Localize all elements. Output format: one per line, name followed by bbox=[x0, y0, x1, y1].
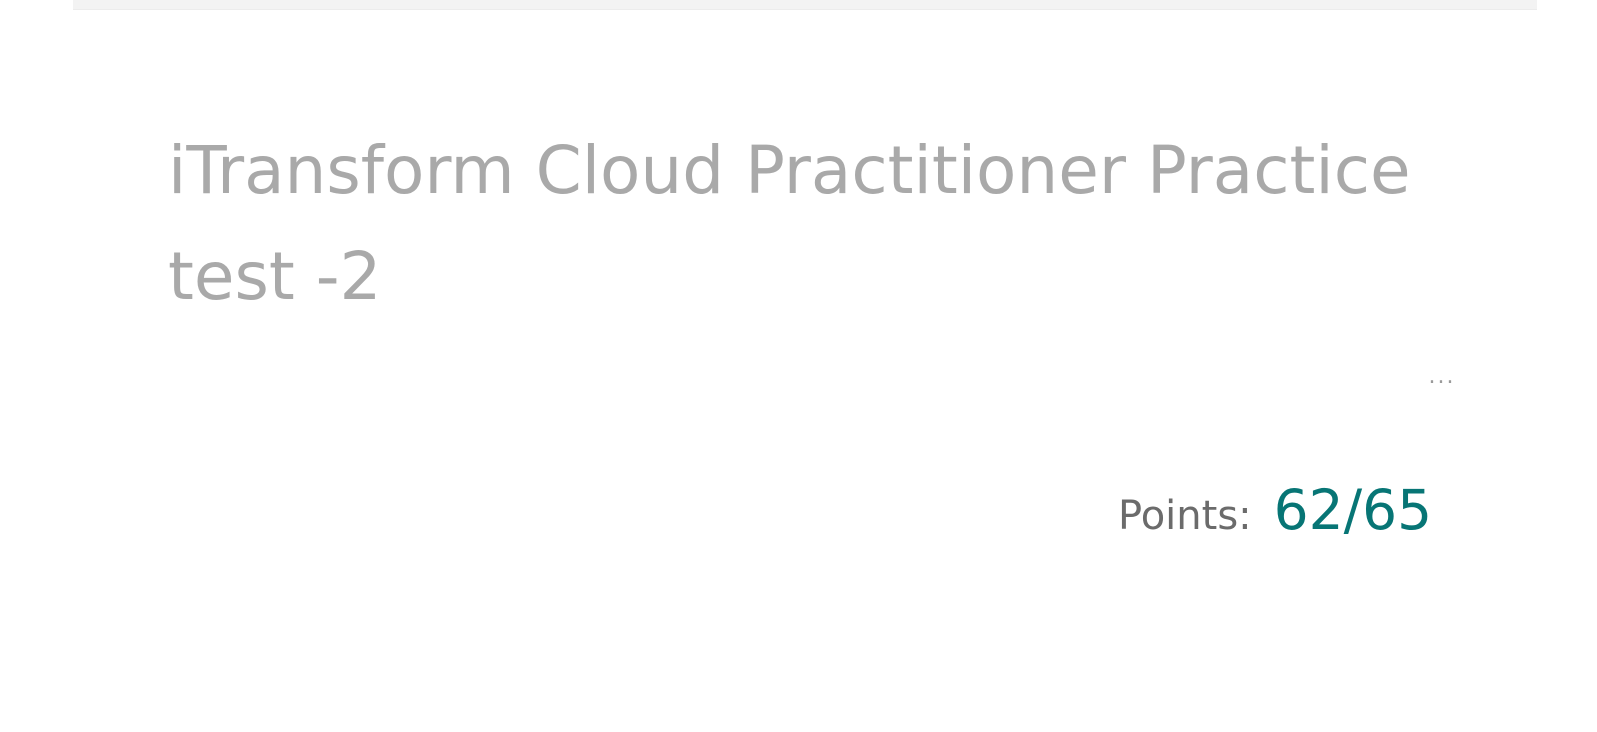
points-value: 62/65 bbox=[1273, 478, 1433, 542]
ellipsis-icon: ... bbox=[1428, 363, 1456, 389]
points-label: Points: bbox=[1118, 493, 1252, 539]
header-divider bbox=[73, 0, 1537, 10]
score-summary: Points: 62/65 bbox=[1118, 478, 1432, 542]
more-options-button[interactable]: ... bbox=[1418, 360, 1466, 392]
quiz-results-page: iTransform Cloud Practitioner Practice t… bbox=[0, 0, 1597, 732]
form-title: iTransform Cloud Practitioner Practice t… bbox=[168, 132, 1411, 315]
